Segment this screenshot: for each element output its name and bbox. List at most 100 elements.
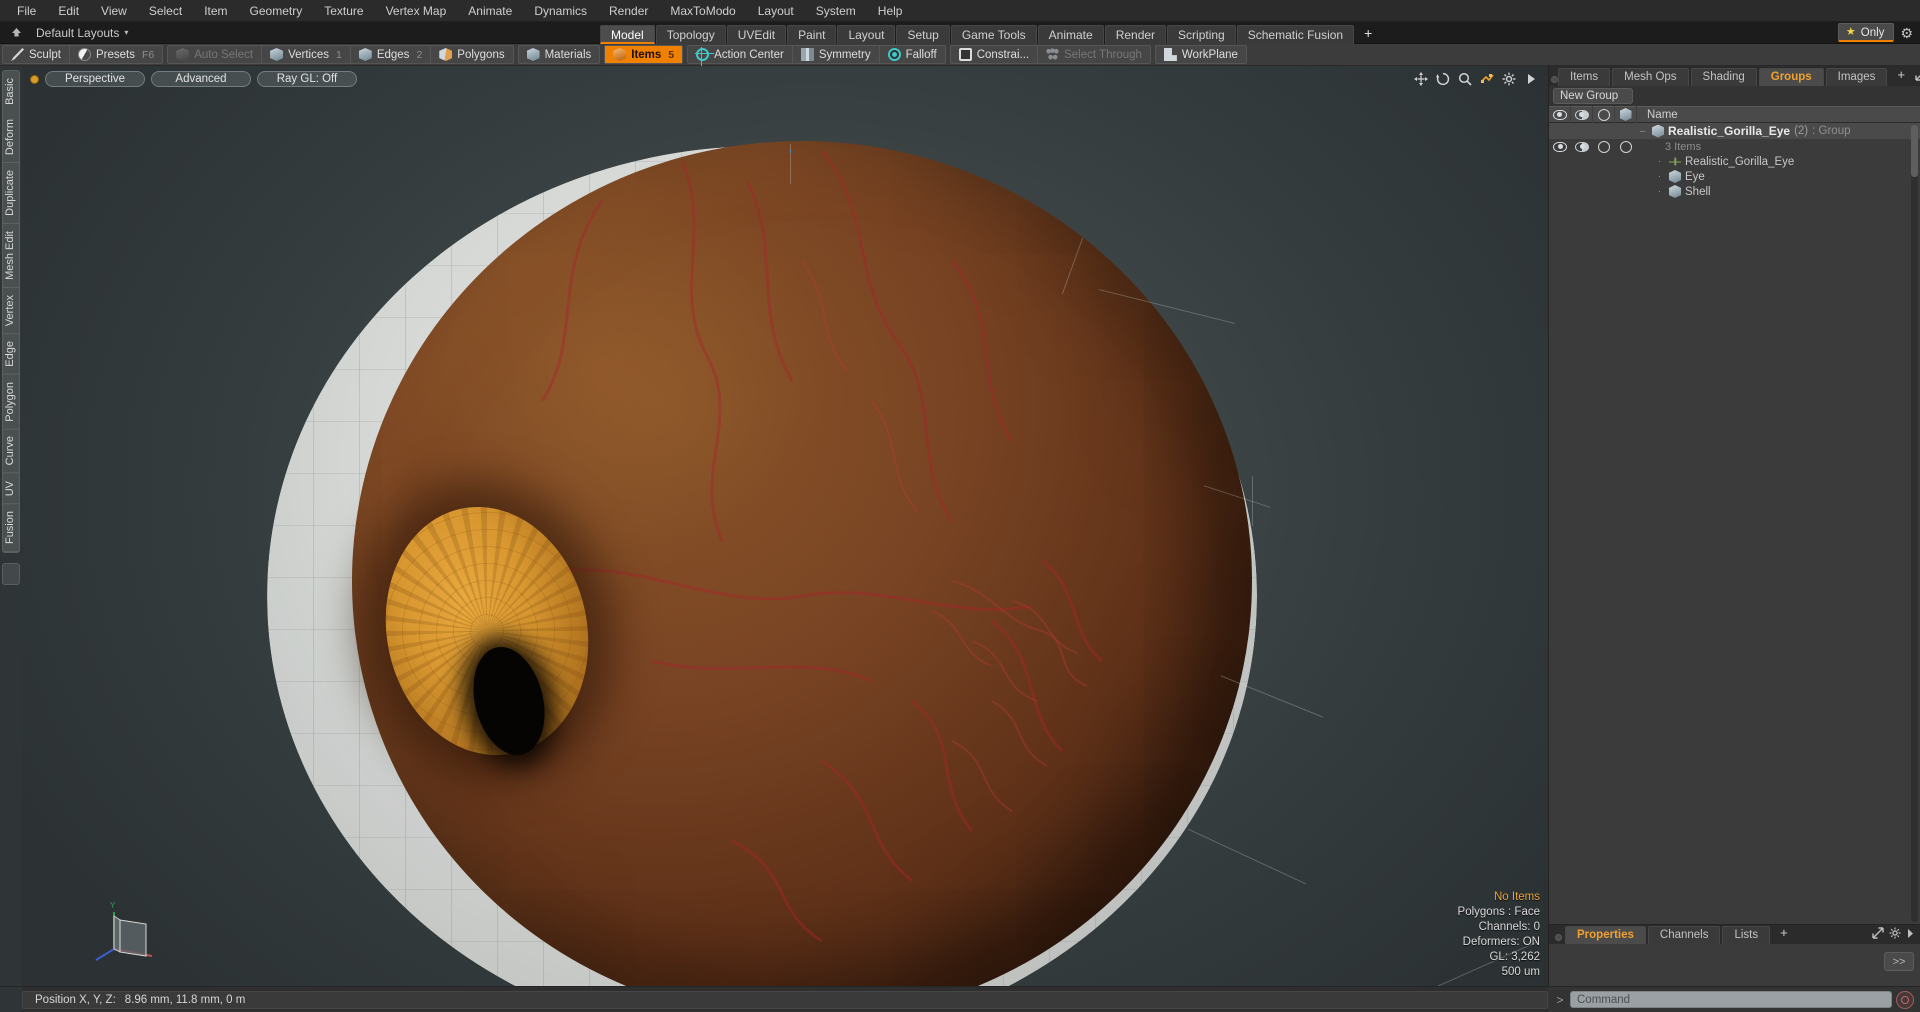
items-button[interactable]: Items 5	[605, 46, 683, 63]
select-through-button[interactable]: Select Through	[1038, 46, 1150, 63]
menu-item-animate[interactable]: Animate	[457, 2, 523, 20]
sidebar-item-mesh-edit[interactable]: Mesh Edit	[3, 223, 19, 288]
sidebar-item-basic[interactable]: Basic	[3, 71, 19, 112]
add-tab-button[interactable]: +	[1355, 25, 1381, 44]
tab-paint[interactable]: Paint	[787, 25, 837, 44]
menu-item-texture[interactable]: Texture	[313, 2, 374, 20]
viewport-options-dot[interactable]	[30, 74, 39, 84]
tab-model[interactable]: Model	[600, 25, 655, 44]
menu-item-select[interactable]: Select	[138, 2, 193, 20]
menu-item-view[interactable]: View	[90, 2, 138, 20]
falloff-button[interactable]: Falloff	[880, 46, 945, 63]
viewport-view-mode-dropdown[interactable]: Perspective	[45, 71, 145, 87]
column-type-header[interactable]	[1615, 106, 1637, 123]
viewport-raygl-dropdown[interactable]: Ray GL: Off	[257, 71, 357, 87]
command-input[interactable]: Command	[1570, 991, 1892, 1008]
tab-images[interactable]: Images	[1825, 68, 1888, 86]
group-tree[interactable]: – Realistic_Gorilla_Eye (2) : Group 3 It…	[1549, 123, 1920, 924]
sidebar-item-vertex[interactable]: Vertex	[3, 287, 19, 334]
gear-icon[interactable]: ⚙	[1897, 26, 1916, 40]
menu-item-dynamics[interactable]: Dynamics	[523, 2, 598, 20]
sidebar-item-polygon[interactable]: Polygon	[3, 374, 19, 430]
edges-button[interactable]: Edges 2	[351, 46, 432, 63]
sidebar-item-curve[interactable]: Curve	[3, 429, 19, 474]
tab-scripting[interactable]: Scripting	[1167, 25, 1236, 44]
sidebar-collapse-handle[interactable]	[2, 563, 20, 586]
workplane-button[interactable]: WorkPlane	[1156, 46, 1246, 63]
symmetry-button[interactable]: Symmetry	[793, 46, 880, 63]
menu-item-geometry[interactable]: Geometry	[239, 2, 314, 20]
tab-animate[interactable]: Animate	[1037, 25, 1104, 44]
tab-game-tools[interactable]: Game Tools	[950, 25, 1037, 44]
menu-item-maxtomodo[interactable]: MaxToModo	[659, 2, 746, 20]
tab-properties[interactable]: Properties	[1565, 926, 1646, 944]
add-properties-tab-button[interactable]: +	[1772, 926, 1796, 944]
tab-items[interactable]: Items	[1558, 68, 1611, 86]
rotate-icon[interactable]	[1435, 72, 1450, 87]
expand-panel-icon[interactable]	[1872, 927, 1884, 942]
panel-arrow-icon[interactable]	[1906, 928, 1915, 942]
gear-icon[interactable]	[1889, 927, 1901, 942]
action-center-button[interactable]: Action Center	[688, 46, 793, 66]
auto-select-button[interactable]: Auto Select	[168, 46, 263, 63]
table-row[interactable]: · Eye	[1549, 169, 1920, 184]
tab-topology[interactable]: Topology	[655, 25, 726, 44]
tab-shading[interactable]: Shading	[1690, 68, 1757, 86]
table-row[interactable]: – Realistic_Gorilla_Eye (2) : Group	[1549, 123, 1920, 139]
column-render-header[interactable]	[1571, 106, 1593, 123]
gear-icon[interactable]	[1501, 72, 1516, 87]
tab-lists[interactable]: Lists	[1722, 926, 1771, 944]
tree-scrollbar[interactable]	[1911, 125, 1918, 922]
viewport-shading-dropdown[interactable]: Advanced	[151, 71, 251, 87]
play-arrow-icon[interactable]	[1523, 72, 1538, 87]
move-icon[interactable]	[1413, 72, 1428, 87]
lasso-icon[interactable]	[1479, 72, 1494, 87]
panel-menu-dot-icon[interactable]	[1551, 930, 1565, 944]
menu-item-system[interactable]: System	[805, 2, 867, 20]
sidebar-item-uv[interactable]: UV	[3, 473, 19, 505]
table-row[interactable]: 3 Items	[1549, 139, 1920, 154]
menu-item-help[interactable]: Help	[867, 2, 914, 20]
sidebar-item-fusion[interactable]: Fusion	[3, 504, 19, 553]
expander-icon[interactable]: ·	[1654, 156, 1665, 167]
tab-channels[interactable]: Channels	[1647, 926, 1721, 944]
record-icon[interactable]	[1896, 990, 1914, 1009]
only-button[interactable]: ★ Only	[1837, 23, 1895, 42]
zoom-icon[interactable]	[1457, 72, 1472, 87]
add-panel-tab-button[interactable]: +	[1889, 68, 1913, 86]
home-up-icon[interactable]	[4, 23, 28, 43]
3d-viewport[interactable]: Perspective Advanced Ray GL: Off Y No It…	[22, 66, 1548, 986]
tab-groups[interactable]: Groups	[1758, 68, 1824, 86]
tab-uvedit[interactable]: UVEdit	[726, 25, 787, 44]
menu-item-item[interactable]: Item	[193, 2, 238, 20]
expand-panel-icon[interactable]	[1915, 69, 1920, 84]
menu-item-vertex-map[interactable]: Vertex Map	[375, 2, 458, 20]
polygons-button[interactable]: Polygons	[431, 46, 512, 63]
expander-icon[interactable]: ·	[1654, 186, 1665, 197]
column-visibility-header[interactable]	[1549, 106, 1571, 123]
sidebar-item-duplicate[interactable]: Duplicate	[3, 162, 19, 224]
expander-icon[interactable]: ·	[1654, 171, 1665, 182]
menu-item-layout[interactable]: Layout	[747, 2, 805, 20]
tab-mesh-ops[interactable]: Mesh Ops	[1612, 68, 1689, 86]
sidebar-item-deform[interactable]: Deform	[3, 111, 19, 163]
table-row[interactable]: · Shell	[1549, 184, 1920, 199]
constraint-button[interactable]: Constrai...	[951, 46, 1039, 63]
menu-item-edit[interactable]: Edit	[47, 2, 90, 20]
panel-menu-dot-icon[interactable]	[1551, 72, 1558, 86]
expander-icon[interactable]: –	[1637, 126, 1648, 137]
tab-layout[interactable]: Layout	[837, 25, 896, 44]
tab-render[interactable]: Render	[1104, 25, 1167, 44]
menu-item-render[interactable]: Render	[598, 2, 659, 20]
presets-button[interactable]: Presets F6	[70, 46, 162, 63]
menu-item-file[interactable]: File	[6, 2, 47, 20]
new-group-button[interactable]: New Group	[1553, 88, 1634, 104]
materials-button[interactable]: Materials	[519, 46, 600, 63]
sculpt-button[interactable]: Sculpt	[3, 46, 70, 63]
vertices-button[interactable]: Vertices 1	[262, 46, 351, 63]
table-row[interactable]: · Realistic_Gorilla_Eye	[1549, 154, 1920, 169]
expand-properties-button[interactable]: >>	[1884, 952, 1914, 971]
tab-setup[interactable]: Setup	[896, 25, 950, 44]
tab-schematic-fusion[interactable]: Schematic Fusion	[1236, 25, 1355, 44]
column-lock-header[interactable]	[1593, 106, 1615, 123]
